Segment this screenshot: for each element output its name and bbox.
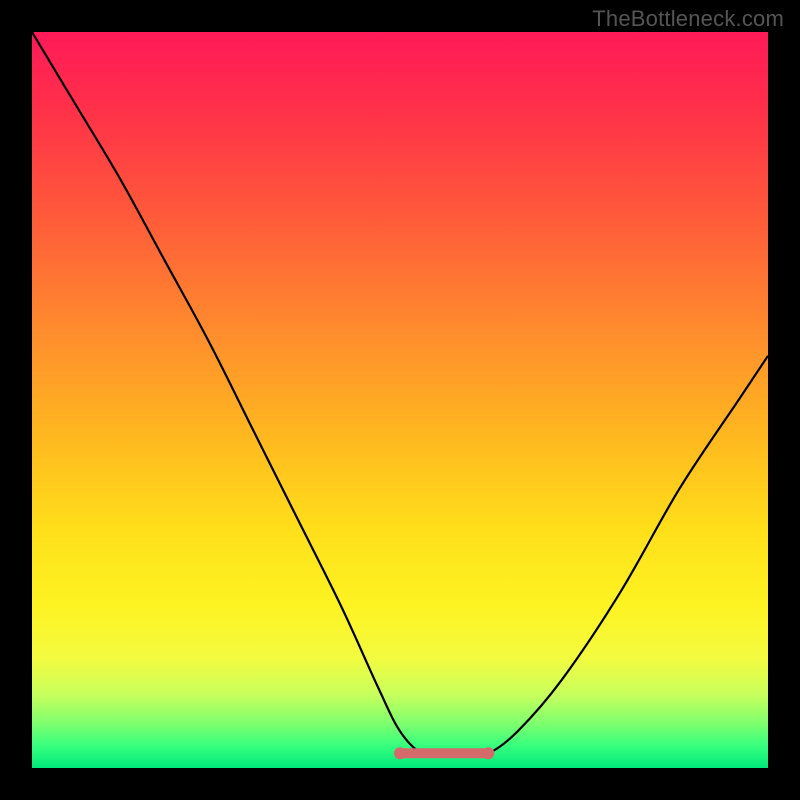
optimal-range-end-dot (482, 747, 494, 759)
chart-frame: TheBottleneck.com (0, 0, 800, 800)
plot-area (32, 32, 768, 768)
optimal-range-start-dot (394, 747, 406, 759)
curve-path (32, 32, 768, 755)
bottleneck-curve (32, 32, 768, 768)
watermark-text: TheBottleneck.com (592, 6, 784, 32)
